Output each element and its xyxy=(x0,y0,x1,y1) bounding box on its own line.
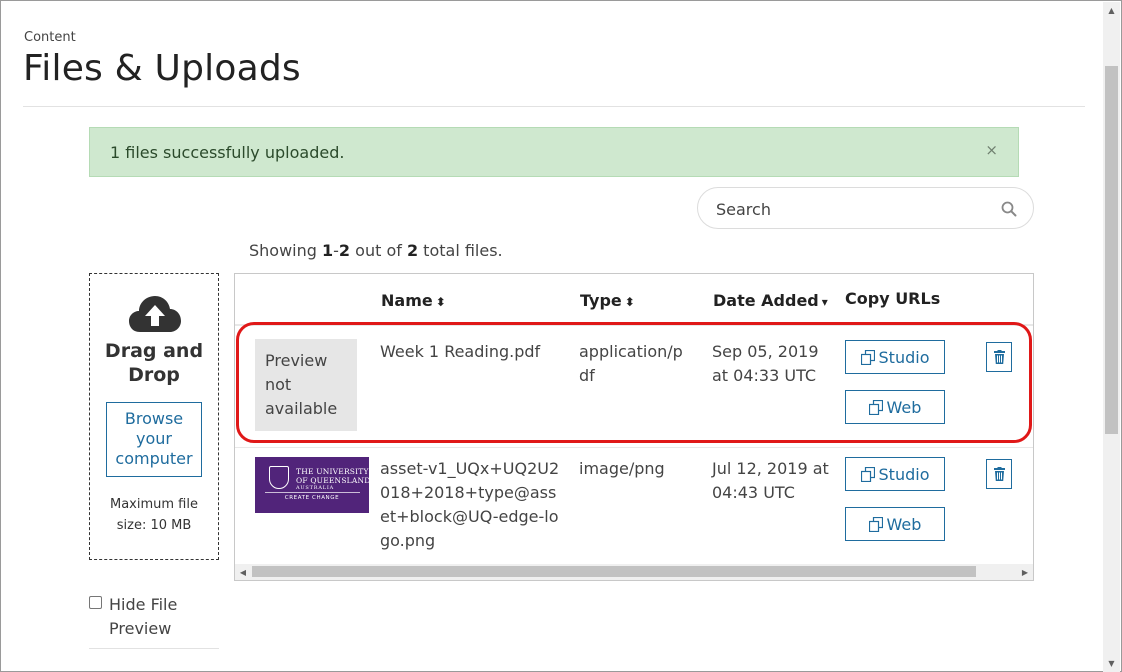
file-name: Week 1 Reading.pdf xyxy=(380,342,541,361)
hide-preview-label[interactable]: Hide File Preview xyxy=(109,593,219,641)
file-type: application/pdf xyxy=(579,342,683,385)
search-icon[interactable] xyxy=(1001,201,1017,217)
caret-down-icon: ▾ xyxy=(821,295,828,309)
file-preview-image: THE UNIVERSITY OF QUEENSLAND AUSTRALIA C… xyxy=(255,457,370,513)
page-title: Files & Uploads xyxy=(23,48,301,89)
copy-icon xyxy=(868,399,883,415)
scrollbar-thumb[interactable] xyxy=(1105,66,1118,434)
row-divider xyxy=(235,447,1033,448)
copy-icon xyxy=(868,516,883,532)
max-file-size-note: Maximum file size: 10 MB xyxy=(110,497,198,533)
drag-drop-zone[interactable]: Drag and Drop Browse your computer Maxim… xyxy=(89,273,219,560)
copy-studio-url-button[interactable]: Studio xyxy=(845,457,945,491)
vertical-scrollbar[interactable]: ▲ ▼ xyxy=(1103,2,1120,672)
trash-icon xyxy=(993,467,1005,481)
cloud-upload-icon xyxy=(129,296,181,332)
delete-file-button[interactable] xyxy=(986,342,1012,372)
copy-web-url-button[interactable]: Web xyxy=(845,507,945,541)
trash-icon xyxy=(993,350,1005,364)
scroll-right-arrow-icon[interactable]: ▶ xyxy=(1017,564,1033,580)
scroll-down-arrow-icon[interactable]: ▼ xyxy=(1103,655,1120,672)
scrollbar-thumb[interactable] xyxy=(252,566,976,577)
files-table: Name ⬍ Type ⬍ Date Added ▾ Copy URLs Previe… xyxy=(234,273,1034,581)
copy-icon xyxy=(860,466,875,482)
header-divider xyxy=(235,324,1033,326)
title-divider xyxy=(23,106,1085,107)
file-date: Sep 05, 2019 at 04:33 UTC xyxy=(712,342,819,385)
scroll-left-arrow-icon[interactable]: ◀ xyxy=(235,564,251,580)
horizontal-scrollbar[interactable]: ◀ ▶ xyxy=(235,564,1033,580)
window-frame: Content Files & Uploads 1 files successf… xyxy=(0,0,1122,672)
sort-icon: ⬍ xyxy=(624,295,635,309)
file-type: image/png xyxy=(579,459,665,478)
column-header-type[interactable]: Type ⬍ xyxy=(580,291,635,310)
scroll-up-arrow-icon[interactable]: ▲ xyxy=(1103,2,1120,19)
search-input[interactable] xyxy=(716,198,986,220)
copy-studio-url-button[interactable]: Studio xyxy=(845,340,945,374)
results-summary: Showing 1-2 out of 2 total files. xyxy=(249,241,503,260)
success-alert: 1 files successfully uploaded. × xyxy=(89,127,1019,177)
crest-logo xyxy=(269,466,289,489)
file-date: Jul 12, 2019 at 04:43 UTC xyxy=(712,459,829,502)
copy-web-url-button[interactable]: Web xyxy=(845,390,945,424)
breadcrumb[interactable]: Content xyxy=(24,30,76,45)
alert-message: 1 files successfully uploaded. xyxy=(110,143,345,162)
column-header-date[interactable]: Date Added ▾ xyxy=(713,291,828,310)
file-preview-placeholder: Preview not available xyxy=(255,339,357,431)
search-box xyxy=(697,187,1034,229)
sort-icon: ⬍ xyxy=(435,295,446,309)
column-header-copy-urls: Copy URLs xyxy=(845,289,941,308)
drag-drop-title: Drag and Drop xyxy=(104,340,204,386)
hide-preview-checkbox[interactable] xyxy=(89,596,102,609)
column-header-name[interactable]: Name ⬍ xyxy=(381,291,446,310)
file-name: asset-v1_UQx+UQ2U2018+2018+type@asset+bl… xyxy=(380,459,560,550)
copy-icon xyxy=(860,349,875,365)
browse-computer-button[interactable]: Browse your computer xyxy=(106,402,202,477)
hide-preview-toggle: Hide File Preview xyxy=(89,593,219,649)
close-icon[interactable]: × xyxy=(985,141,998,159)
delete-file-button[interactable] xyxy=(986,459,1012,489)
